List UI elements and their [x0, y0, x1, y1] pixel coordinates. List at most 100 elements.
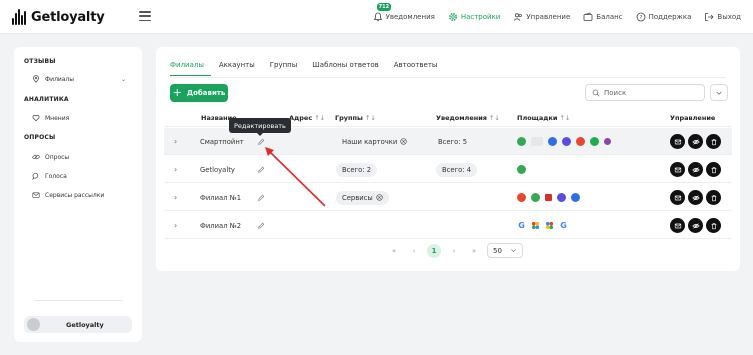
last-page-button[interactable]: »	[467, 244, 481, 258]
search-input[interactable]: Поиск	[585, 84, 705, 101]
user-name: Getloyalty	[66, 320, 104, 329]
edit-pencil-icon[interactable]	[257, 212, 265, 239]
hide-button[interactable]	[688, 190, 703, 205]
current-page[interactable]: 1	[427, 243, 441, 258]
delete-button[interactable]	[706, 218, 721, 233]
nav-balance[interactable]: Баланс	[583, 12, 623, 22]
mail-button[interactable]	[670, 190, 685, 205]
edit-tooltip: Редактировать	[229, 118, 291, 136]
zoon-platform-icon	[557, 193, 566, 202]
nav-logout[interactable]: Выход	[704, 12, 741, 22]
remove-circle-icon[interactable]	[400, 138, 407, 145]
platform-icons	[517, 184, 580, 211]
edit-pencil-icon[interactable]	[257, 184, 265, 211]
filter-dropdown-button[interactable]	[710, 84, 728, 101]
notifications-chip[interactable]: Всего: 4	[436, 162, 478, 177]
platform-logo-icon	[604, 138, 611, 145]
remove-circle-icon[interactable]	[376, 194, 383, 201]
nav-support[interactable]: ? Поддержка	[636, 12, 691, 22]
column-header-notifications[interactable]: Уведомления ↑↓	[436, 114, 500, 122]
mail-icon	[32, 192, 40, 198]
sidebar-item-opinions[interactable]: Мнения	[32, 114, 69, 122]
sidebar-section-surveys: ОПРОСЫ	[24, 134, 56, 141]
nav-balance-label: Баланс	[596, 13, 623, 21]
row-actions	[670, 128, 721, 155]
sidebar-item-surveys[interactable]: Опросы	[32, 153, 69, 161]
column-header-groups[interactable]: Группы ↑↓	[335, 114, 376, 122]
sidebar-item-label: Филиалы	[45, 75, 75, 83]
bell-icon	[373, 12, 382, 22]
sidebar-divider	[34, 300, 122, 301]
tab-auto-replies[interactable]: Автоответы	[394, 61, 445, 76]
group-count-chip[interactable]: Всего: 2	[336, 162, 378, 177]
delete-button[interactable]	[706, 190, 721, 205]
next-page-button[interactable]: ›	[447, 244, 461, 258]
users-icon	[514, 13, 523, 21]
delete-button[interactable]	[706, 134, 721, 149]
sidebar-item-branches[interactable]: Филиалы ⌄	[32, 75, 142, 83]
nav-settings[interactable]: Настройки	[448, 12, 501, 22]
mail-button[interactable]	[670, 134, 685, 149]
column-header-address[interactable]: Адрес ↑↓	[289, 114, 325, 122]
hide-button[interactable]	[688, 162, 703, 177]
svg-text:?: ?	[639, 15, 642, 21]
hide-button[interactable]	[688, 134, 703, 149]
hide-button[interactable]	[688, 218, 703, 233]
per-page-select[interactable]: 50	[487, 243, 523, 258]
trash-icon	[711, 166, 716, 173]
platform-logo-icon	[545, 194, 552, 201]
tab-branches[interactable]: Филиалы	[170, 61, 211, 76]
nav-settings-label: Настройки	[460, 13, 501, 21]
tab-groups[interactable]: Группы	[270, 61, 305, 76]
first-page-button[interactable]: «	[387, 244, 401, 258]
sidebar-section-reviews: ОТЗЫВЫ	[24, 58, 56, 65]
sort-icon: ↑↓	[488, 114, 500, 122]
sidebar-item-mailing-services[interactable]: Сервисы рассылки	[32, 191, 104, 199]
chevron-down-icon: ⌄	[120, 75, 126, 83]
expand-chevron-icon[interactable]: ›	[174, 184, 177, 211]
gear-icon	[448, 12, 457, 22]
mail-icon	[674, 139, 681, 144]
map-pin-platform-icon	[517, 165, 526, 174]
sidebar-item-votes[interactable]: Голоса	[32, 172, 67, 180]
edit-pencil-icon[interactable]	[257, 156, 265, 183]
expand-chevron-icon[interactable]: ›	[174, 128, 177, 155]
mail-button[interactable]	[670, 218, 685, 233]
tab-reply-templates[interactable]: Шаблоны ответов	[312, 61, 385, 76]
nav-notifications[interactable]: 712 Уведомления	[373, 3, 435, 22]
group-chip[interactable]: Сервисы	[336, 190, 389, 205]
table-row[interactable]: › Getloyalty Всего: 2 Всего: 4	[164, 156, 732, 183]
sort-icon: ↑↓	[314, 114, 326, 122]
mail-button[interactable]	[670, 162, 685, 177]
tab-accounts[interactable]: Аккаунты	[219, 61, 262, 76]
table-row[interactable]: › Филиал №1 Сервисы	[164, 184, 732, 211]
tabs-divider	[170, 77, 726, 78]
chat-bubble-icon	[32, 172, 39, 180]
sort-icon: ↑↓	[364, 114, 376, 122]
user-profile[interactable]: Getloyalty	[24, 316, 132, 333]
eye-off-icon	[691, 194, 700, 201]
nav-notifications-label: Уведомления	[385, 13, 435, 21]
branch-name: Филиал №2	[200, 221, 242, 230]
nav-management[interactable]: Управление	[513, 12, 570, 22]
sidebar-item-label: Сервисы рассылки	[45, 191, 105, 199]
sidebar-section-analytics: АНАЛИТИКА	[24, 96, 69, 103]
delete-button[interactable]	[706, 162, 721, 177]
table-row[interactable]: › Филиал №2 G G	[164, 212, 732, 239]
row-actions	[670, 212, 721, 239]
platform-icons	[517, 128, 611, 155]
nav-logout-label: Выход	[717, 13, 741, 21]
plus-icon: +	[172, 86, 182, 99]
google-business-platform-icon	[545, 221, 554, 230]
column-header-platforms[interactable]: Площадки ↑↓	[517, 114, 570, 122]
logo[interactable]: Getloyalty	[12, 9, 105, 25]
expand-chevron-icon[interactable]: ›	[174, 156, 177, 183]
menu-toggle-icon[interactable]	[139, 11, 151, 21]
add-button-label: Добавить	[186, 89, 226, 97]
trash-icon	[711, 194, 716, 201]
top-nav: 712 Уведомления Настройки Управление Бал…	[373, 0, 741, 34]
group-chip[interactable]: Наши карточки	[336, 135, 413, 149]
prev-page-button[interactable]: ‹	[407, 244, 421, 258]
add-branch-button[interactable]: + Добавить	[170, 84, 228, 102]
expand-chevron-icon[interactable]: ›	[174, 212, 177, 239]
